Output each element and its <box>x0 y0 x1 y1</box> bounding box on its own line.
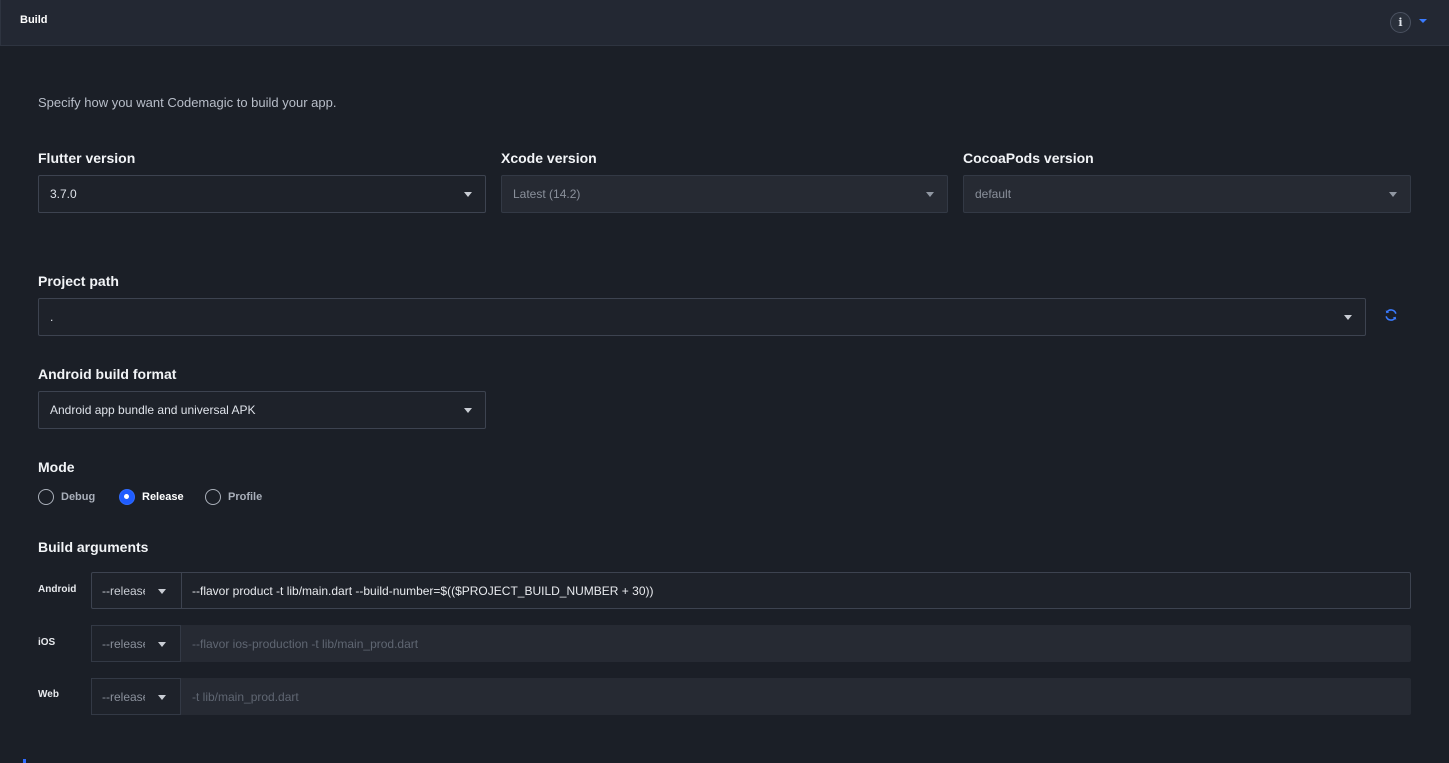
section-description: Specify how you want Codemagic to build … <box>38 95 337 110</box>
web-args-label: Web <box>38 689 59 700</box>
project-path-select[interactable]: . <box>38 298 1366 336</box>
section-title: Build <box>20 14 48 26</box>
web-args-field: --release -t lib/main_prod.dart <box>91 678 1411 715</box>
ios-args-input[interactable]: --flavor ios-production -t lib/main_prod… <box>192 637 1392 651</box>
mode-label: Mode <box>38 459 75 475</box>
xcode-version-label: Xcode version <box>501 150 597 166</box>
android-build-format-value: Android app bundle and universal APK <box>50 403 256 417</box>
xcode-version-select[interactable]: Latest (14.2) <box>501 175 948 213</box>
web-args-input[interactable]: -t lib/main_prod.dart <box>192 690 1392 704</box>
cocoapods-version-select[interactable]: default <box>963 175 1411 213</box>
caret-down-icon <box>1344 315 1352 320</box>
radio-circle <box>205 489 221 505</box>
flutter-version-select[interactable]: 3.7.0 <box>38 175 486 213</box>
radio-circle <box>38 489 54 505</box>
caret-down-icon <box>1389 192 1397 197</box>
xcode-version-value: Latest (14.2) <box>513 187 581 201</box>
info-icon[interactable]: i <box>1390 12 1411 33</box>
ios-args-field: --release --flavor ios-production -t lib… <box>91 625 1411 662</box>
android-args-label: Android <box>38 584 77 595</box>
android-mode-select[interactable]: --release <box>92 573 182 608</box>
mode-radio-release[interactable]: Release <box>119 488 184 506</box>
mode-radio-profile[interactable]: Profile <box>205 488 262 506</box>
flutter-version-label: Flutter version <box>38 150 136 166</box>
project-path-label: Project path <box>38 273 119 289</box>
build-arguments-label: Build arguments <box>38 539 149 555</box>
mode-option-label: Debug <box>61 491 96 503</box>
refresh-icon[interactable] <box>1384 308 1398 322</box>
mode-option-label: Profile <box>228 491 263 503</box>
web-mode-value: --release <box>102 690 145 704</box>
radio-circle <box>119 489 135 505</box>
web-mode-select[interactable]: --release <box>91 678 181 715</box>
flutter-version-value: 3.7.0 <box>50 187 77 201</box>
caret-down-icon <box>926 192 934 197</box>
ios-mode-select[interactable]: --release <box>91 625 181 662</box>
caret-down-icon <box>158 589 166 594</box>
caret-down-icon <box>464 192 472 197</box>
caret-down-icon <box>158 642 166 647</box>
project-path-value: . <box>50 310 54 324</box>
mode-option-label: Release <box>142 491 184 503</box>
android-args-input[interactable]: --flavor product -t lib/main.dart --buil… <box>192 584 1392 598</box>
section-header: Build i <box>0 0 1449 46</box>
ios-args-label: iOS <box>38 637 56 648</box>
android-build-format-select[interactable]: Android app bundle and universal APK <box>38 391 486 429</box>
cocoapods-version-value: default <box>975 187 1012 201</box>
scroll-indicator <box>23 759 26 763</box>
caret-down-icon <box>158 695 166 700</box>
android-mode-value: --release <box>102 584 145 598</box>
android-build-format-label: Android build format <box>38 366 177 382</box>
mode-radio-debug[interactable]: Debug <box>38 488 95 506</box>
caret-down-icon <box>464 408 472 413</box>
chevron-down-icon[interactable] <box>1419 19 1427 23</box>
android-args-field: --release --flavor product -t lib/main.d… <box>91 572 1411 609</box>
cocoapods-version-label: CocoaPods version <box>963 150 1094 166</box>
ios-mode-value: --release <box>102 637 145 651</box>
